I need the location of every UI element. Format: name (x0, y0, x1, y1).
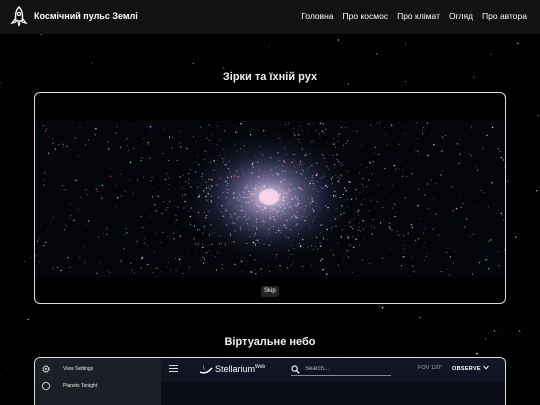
search-icon (291, 365, 300, 374)
star-cluster-video[interactable]: Skip (34, 92, 506, 304)
observe-button[interactable]: OBSERVE (452, 365, 489, 372)
sidebar-item-label: View Settings (63, 366, 94, 372)
sky-section-title: Віртуальне небо (224, 336, 316, 348)
navbar: Космічний пульс Землі Головна Про космос… (0, 0, 540, 34)
nav-link-author[interactable]: Про автора (482, 11, 527, 21)
circle-icon (41, 381, 51, 391)
sidebar-item-view-settings[interactable]: View Settings (41, 364, 93, 374)
rocket-icon[interactable] (10, 6, 28, 28)
sidebar-item-planets-tonight[interactable]: Planets Tonight (41, 381, 97, 391)
nav-link-space[interactable]: Про космос (343, 11, 389, 21)
stellarium-toolbar: StellariumWeb FOV 120° OBSERVE (161, 358, 505, 382)
stellarium-sidebar: View Settings Planets Tonight (35, 358, 161, 405)
nav-menu: Головна Про космос Про клімат Огляд Про … (301, 11, 527, 21)
search-input[interactable] (305, 364, 385, 374)
nav-link-climate[interactable]: Про клімат (397, 11, 440, 21)
brand-title[interactable]: Космічний пульс Землі (34, 11, 138, 21)
gear-icon (41, 364, 51, 374)
stellarium-title: StellariumWeb (215, 364, 266, 374)
nav-link-overview[interactable]: Огляд (449, 11, 473, 21)
skip-button[interactable]: Skip (261, 286, 279, 297)
stellarium-logo-icon (199, 364, 213, 374)
stellarium-search (291, 364, 391, 376)
stars-section-title: Зірки та їхній рух (222, 71, 318, 83)
globular-cluster-image (35, 121, 505, 277)
chevron-down-icon (482, 365, 489, 370)
sidebar-item-label: Planets Tonight (63, 383, 98, 389)
stellarium-embed[interactable]: View Settings Planets Tonight Stellarium… (34, 357, 506, 405)
menu-icon[interactable] (169, 365, 178, 372)
nav-link-home[interactable]: Головна (301, 11, 333, 21)
fov-indicator: FOV 120° (418, 365, 443, 371)
